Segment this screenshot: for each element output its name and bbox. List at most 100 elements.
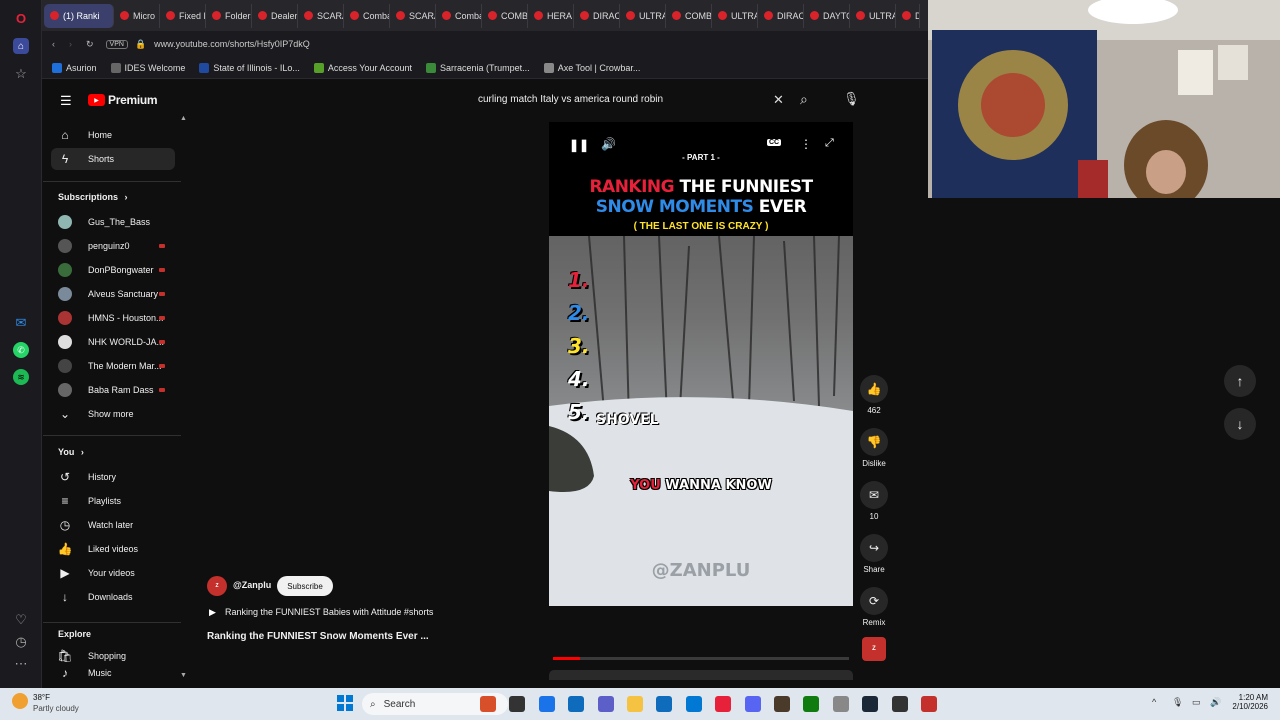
opera-icon[interactable] xyxy=(715,696,732,712)
weather-icon[interactable] xyxy=(12,693,28,709)
star-icon[interactable]: ☆ xyxy=(13,66,29,82)
browser-tab[interactable]: DIRAC xyxy=(758,3,804,28)
comments-button[interactable]: ✉ 10 xyxy=(860,481,888,521)
next-short-button[interactable]: ↓ xyxy=(1224,408,1256,440)
nav-shorts[interactable]: ϟ Shorts xyxy=(51,148,175,170)
history-icon[interactable]: ◷ xyxy=(13,634,29,650)
related-video-link[interactable]: Ranking the FUNNIEST Babies with Attitud… xyxy=(225,607,433,617)
opera-logo-icon[interactable]: O xyxy=(13,10,29,26)
more-icon[interactable]: ⋯ xyxy=(13,656,29,672)
discord-icon[interactable] xyxy=(744,696,761,712)
you-item[interactable]: ≡ Playlists xyxy=(51,490,175,512)
browser-tab[interactable]: Comba xyxy=(436,3,482,28)
app-icon[interactable] xyxy=(803,696,820,712)
show-more-button[interactable]: ⌄ Show more xyxy=(51,403,175,425)
remix-button[interactable]: ⟳ Remix xyxy=(860,587,888,627)
subscriptions-heading[interactable]: Subscriptions › xyxy=(58,192,128,202)
vpn-badge[interactable]: VPN xyxy=(105,39,128,49)
browser-tab[interactable]: DIRAC xyxy=(574,3,620,28)
nav-home[interactable]: ⌂ Home xyxy=(51,124,175,146)
browser-tab[interactable]: ULTRA xyxy=(620,3,666,28)
bookmark-item[interactable]: State of Illinois - ILo... xyxy=(199,62,300,73)
app-icon[interactable] xyxy=(891,696,908,712)
browser-tab[interactable]: Folders xyxy=(206,3,252,28)
clock[interactable]: 1:20 AM 2/10/2026 xyxy=(1232,693,1268,711)
sound-thumbnail[interactable]: Z xyxy=(862,637,886,661)
you-item[interactable]: 👍 Liked videos xyxy=(51,538,175,560)
folder-icon[interactable] xyxy=(627,696,643,712)
microphone-tray-icon[interactable]: 🎙 xyxy=(1172,697,1183,708)
forward-icon[interactable]: › xyxy=(69,39,72,49)
volume-icon[interactable]: 🔊 xyxy=(601,137,616,151)
browser-tab[interactable]: SCARA xyxy=(390,3,436,28)
subscription-item[interactable]: Alveus Sanctuary xyxy=(51,283,175,305)
you-item[interactable]: ▶ Your videos xyxy=(51,562,175,584)
pause-icon[interactable]: ❚❚ xyxy=(569,138,589,152)
browser-tab[interactable]: (1) Ranki xyxy=(44,3,114,28)
browser-tab[interactable]: DAYTO xyxy=(804,3,850,28)
app-icon[interactable] xyxy=(921,696,937,712)
fullscreen-icon[interactable]: ⤢ xyxy=(825,137,834,150)
microphone-icon[interactable]: 🎙 xyxy=(843,91,860,107)
youtube-premium-logo[interactable]: ▶ Premium xyxy=(88,93,158,107)
dislike-button[interactable]: 👎 Dislike xyxy=(860,428,888,468)
browser-tab[interactable]: ULTRA xyxy=(712,3,758,28)
browser-tab[interactable]: HERA D xyxy=(528,3,574,28)
subscription-item[interactable]: DonPBongwater xyxy=(51,259,175,281)
browser-tab[interactable]: ULTRA xyxy=(850,3,896,28)
tray-chevron-icon[interactable]: ^ xyxy=(1152,697,1156,707)
share-button[interactable]: ↪ Share xyxy=(860,534,888,574)
browser-tab[interactable]: Micro xyxy=(114,3,160,28)
store-icon[interactable] xyxy=(656,696,673,712)
search-bar[interactable]: curling match Italy vs america round rob… xyxy=(470,88,796,110)
steam-icon[interactable] xyxy=(862,696,879,712)
messenger-icon[interactable]: ✉ xyxy=(13,315,29,331)
subscription-item[interactable]: Baba Ram Dass xyxy=(51,379,175,401)
browser-tab[interactable]: Comba xyxy=(344,3,390,28)
you-item[interactable]: ↺ History xyxy=(51,466,175,488)
like-button[interactable]: 👍 462 xyxy=(860,375,888,415)
menu-icon[interactable]: ☰ xyxy=(60,93,72,109)
channel-name[interactable]: @Zanplu xyxy=(233,580,271,590)
app-icon[interactable] xyxy=(774,696,790,712)
subscription-item[interactable]: HMNS - Houston... xyxy=(51,307,175,329)
browser-tab[interactable]: Di xyxy=(896,3,920,28)
whatsapp-icon[interactable]: ✆ xyxy=(13,342,29,358)
progress-track[interactable] xyxy=(553,657,849,660)
captions-icon[interactable]: CC xyxy=(767,139,782,146)
home-icon[interactable]: ⌂ xyxy=(13,38,29,54)
network-icon[interactable]: ▭ xyxy=(1192,697,1201,708)
search-input[interactable]: curling match Italy vs america round rob… xyxy=(478,94,663,105)
back-icon[interactable]: ‹ xyxy=(52,39,55,49)
file-explorer-icon[interactable] xyxy=(509,696,526,712)
bookmark-item[interactable]: Axe Tool | Crowbar... xyxy=(543,62,640,73)
spotify-icon[interactable]: ≋ xyxy=(13,369,29,385)
subscription-item[interactable]: penguinz0 xyxy=(51,235,175,257)
you-heading[interactable]: You › xyxy=(58,447,84,457)
weather-temp[interactable]: 38°F xyxy=(33,693,50,702)
scroll-up-icon[interactable]: ▲ xyxy=(180,115,187,122)
subscription-item[interactable]: Gus_The_Bass xyxy=(51,211,175,233)
bookmark-item[interactable]: Asurion xyxy=(52,62,97,73)
heart-icon[interactable]: ♡ xyxy=(13,612,29,628)
next-short-preview[interactable] xyxy=(549,670,853,680)
explore-item[interactable]: 🛍 Shopping xyxy=(51,645,175,667)
bookmark-item[interactable]: Access Your Account xyxy=(313,62,412,73)
app-icon[interactable] xyxy=(480,696,496,712)
copilot-icon[interactable] xyxy=(568,696,585,712)
browser-tab[interactable]: Fixed B xyxy=(160,3,206,28)
clear-search-icon[interactable]: ✕ xyxy=(773,92,784,108)
channel-avatar[interactable]: Z xyxy=(207,576,227,596)
outlook-icon[interactable] xyxy=(685,696,702,712)
more-options-icon[interactable]: ⋮ xyxy=(800,137,812,151)
teams-icon[interactable] xyxy=(597,696,614,712)
browser-tab[interactable]: SCARA xyxy=(298,3,344,28)
bookmark-item[interactable]: Sarracenia (Trumpet... xyxy=(425,62,530,73)
previous-short-button[interactable]: ↑ xyxy=(1224,365,1256,397)
you-item[interactable]: ↓ Downloads xyxy=(51,586,175,608)
explore-item[interactable]: ♪ Music xyxy=(51,667,175,679)
short-video-player[interactable]: ❚❚ 🔊 CC ⋮ ⤢ - PART 1 - RANKING THE FUNNI… xyxy=(549,122,853,606)
browser-tab[interactable]: COMBA xyxy=(666,3,712,28)
bookmark-item[interactable]: IDES Welcome xyxy=(110,62,185,73)
settings-icon[interactable] xyxy=(832,696,849,712)
